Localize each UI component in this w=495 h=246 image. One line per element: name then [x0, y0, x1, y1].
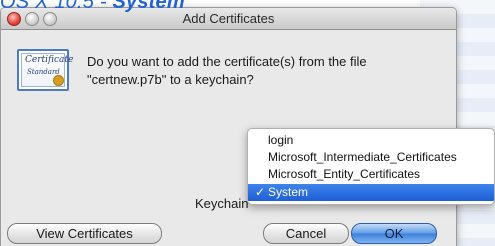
- certificate-icon-title: Certificate: [25, 55, 74, 65]
- page-caption: OS X 10.5 - System: [0, 0, 185, 14]
- menu-item-label: System: [268, 185, 309, 199]
- seal-icon: [53, 75, 64, 86]
- menu-item-microsoft-entity-certificates[interactable]: Microsoft_Entity_Certificates: [248, 166, 494, 183]
- ok-button[interactable]: OK: [351, 223, 437, 244]
- menu-item-label: login: [268, 133, 294, 147]
- checkmark-icon: ✓: [255, 185, 266, 199]
- certificate-icon: Certificate Standard: [17, 49, 73, 91]
- caption-prefix: OS X 10.5 -: [0, 0, 113, 13]
- keychain-label: Keychain: [195, 196, 249, 211]
- menu-item-login[interactable]: login: [248, 132, 494, 149]
- screenshot-stage: Add Certificates Certificate Standard Do…: [0, 0, 495, 246]
- prompt-message: Do you want to add the certificate(s) fr…: [87, 54, 367, 87]
- menu-item-system[interactable]: ✓ System: [248, 184, 494, 201]
- menu-item-microsoft-intermediate-certificates[interactable]: Microsoft_Intermediate_Certificates: [248, 149, 494, 166]
- caption-emphasis: System: [112, 0, 185, 13]
- menu-item-label: Microsoft_Intermediate_Certificates: [268, 150, 457, 164]
- cancel-button[interactable]: Cancel: [263, 223, 349, 244]
- keychain-popup-menu[interactable]: login Microsoft_Intermediate_Certificate…: [247, 128, 495, 205]
- add-certificates-dialog: Add Certificates Certificate Standard Do…: [0, 7, 457, 246]
- view-certificates-button[interactable]: View Certificates: [7, 223, 162, 244]
- menu-item-label: Microsoft_Entity_Certificates: [268, 167, 421, 181]
